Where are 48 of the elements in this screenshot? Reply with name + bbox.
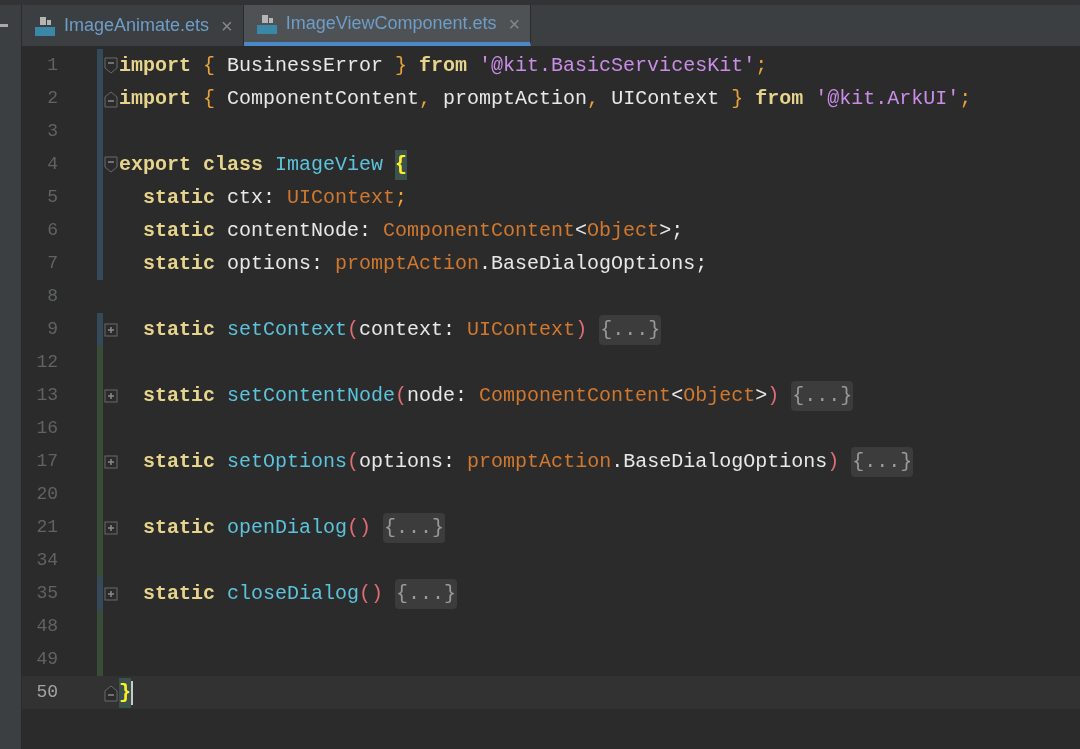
expand-icon[interactable] — [104, 520, 118, 535]
line-number: 21 — [35, 516, 58, 539]
fold-icon[interactable] — [104, 56, 118, 75]
code-line: static options: promptAction.BaseDialogOptions; — [142, 250, 708, 277]
code-line: import { ComponentContent, promptAction, UIContext } from '@kit.ArkUI'; — [119, 85, 972, 112]
line-number: 16 — [35, 417, 58, 440]
tab-label: ImageViewComponent.ets — [285, 12, 497, 35]
code-line: static closeDialog() {...} — [119, 578, 458, 609]
line-number: 7 — [46, 252, 58, 275]
line-number: 1 — [46, 54, 58, 77]
fold-icon[interactable] — [104, 89, 118, 108]
expand-icon[interactable] — [104, 586, 118, 601]
fold-icon[interactable] — [104, 155, 118, 174]
line-number: 50 — [35, 681, 58, 704]
text-cursor — [131, 680, 133, 705]
line-number: 4 — [46, 153, 58, 176]
code-line: static ctx: UIContext; — [142, 184, 408, 211]
line-number: 5 — [46, 186, 58, 209]
line-number: 2 — [46, 87, 58, 110]
line-number: 20 — [35, 483, 58, 506]
line-number: 34 — [35, 549, 58, 572]
code-line: static openDialog() {...} — [119, 512, 446, 543]
file-icon — [255, 12, 278, 35]
line-number: 48 — [35, 615, 58, 638]
close-button[interactable]: × — [508, 8, 521, 39]
code-line: static setContentNode(node: ComponentContent<Object>) {...} — [119, 380, 854, 411]
code-line: import { BusinessError } from '@kit.BasicServicesKit'; — [119, 52, 768, 79]
expand-icon[interactable] — [104, 322, 118, 337]
line-number: 6 — [46, 219, 58, 242]
expand-icon[interactable] — [104, 388, 118, 403]
line-number: 8 — [46, 285, 58, 308]
line-number: 49 — [35, 648, 58, 671]
tab-label: ImageAnimate.ets — [64, 14, 210, 37]
fold-icon[interactable] — [104, 683, 118, 702]
close-button[interactable]: × — [221, 10, 233, 41]
line-number: 35 — [35, 582, 58, 605]
line-number: 3 — [46, 120, 58, 143]
code-line: static setContext(context: UIContext) {...} — [119, 314, 662, 345]
code-line: export class ImageView { — [119, 149, 408, 180]
expand-icon[interactable] — [104, 454, 118, 469]
code-line: static contentNode: ComponentContent<Object>; — [142, 217, 684, 244]
code-line: static setOptions(options: promptAction.BaseDialogOptions) {...} — [119, 446, 914, 477]
line-number: 17 — [35, 450, 58, 473]
editor-tab[interactable]: ImageViewComponent.ets × — [243, 5, 532, 46]
file-icon — [34, 14, 56, 37]
line-number: 13 — [35, 384, 58, 407]
line-number: 12 — [35, 351, 58, 374]
line-number: 9 — [46, 318, 58, 341]
